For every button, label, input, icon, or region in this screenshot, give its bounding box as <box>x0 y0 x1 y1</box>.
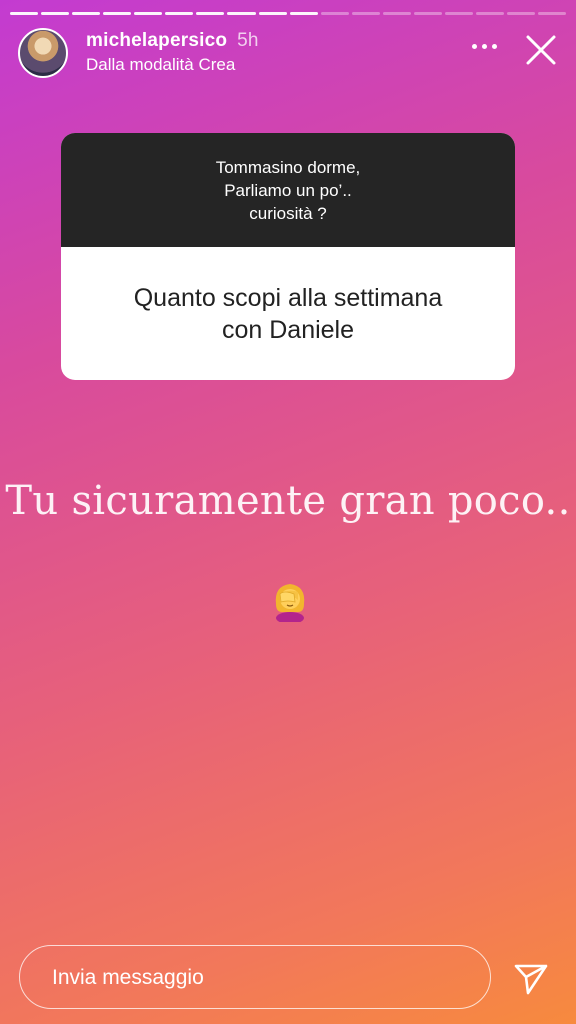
story-caption: Tu sicuramente gran poco.. <box>5 478 571 524</box>
prompt-line: Tommasino dorme, <box>215 157 361 177</box>
progress-segment <box>196 12 225 15</box>
progress-segment <box>289 12 318 15</box>
progress-segment <box>10 12 39 15</box>
question-prompt: Tommasino dorme, Parliamo un po’.. curio… <box>61 133 515 247</box>
woman-facepalming-emoji <box>275 584 305 622</box>
close-icon[interactable] <box>524 33 558 67</box>
progress-segment <box>351 12 380 15</box>
progress-segment <box>413 12 442 15</box>
progress-segment <box>258 12 287 15</box>
story-subtitle[interactable]: Dalla modalità Crea <box>86 55 235 75</box>
answer-line: Quanto scopi alla settimana <box>133 283 443 312</box>
story-header: michelapersico 5h Dalla modalità Crea <box>18 28 558 80</box>
progress-segment <box>538 12 567 15</box>
send-icon[interactable] <box>512 960 550 998</box>
user-line: michelapersico 5h <box>86 30 259 52</box>
progress-segment <box>41 12 70 15</box>
time-ago: 5h <box>237 30 259 51</box>
progress-segment <box>507 12 536 15</box>
progress-segment <box>320 12 349 15</box>
progress-segment <box>444 12 473 15</box>
progress-segment <box>227 12 256 15</box>
message-input[interactable]: Invia messaggio <box>19 945 491 1009</box>
username[interactable]: michelapersico <box>86 30 227 51</box>
answer-line: con Daniele <box>221 315 355 344</box>
progress-segment <box>103 12 132 15</box>
prompt-line: curiosità ? <box>249 203 327 223</box>
avatar[interactable] <box>18 28 68 78</box>
progress-segment <box>134 12 163 15</box>
question-answer: Quanto scopi alla settimana con Daniele <box>61 247 515 380</box>
more-dots-icon[interactable] <box>470 34 500 58</box>
message-placeholder: Invia messaggio <box>52 966 204 989</box>
progress-segment <box>165 12 194 15</box>
story-progress-bar <box>10 12 567 15</box>
progress-segment <box>382 12 411 15</box>
question-sticker[interactable]: Tommasino dorme, Parliamo un po’.. curio… <box>61 133 515 380</box>
progress-segment <box>72 12 101 15</box>
progress-segment <box>475 12 504 15</box>
prompt-line: Parliamo un po’.. <box>224 180 352 200</box>
